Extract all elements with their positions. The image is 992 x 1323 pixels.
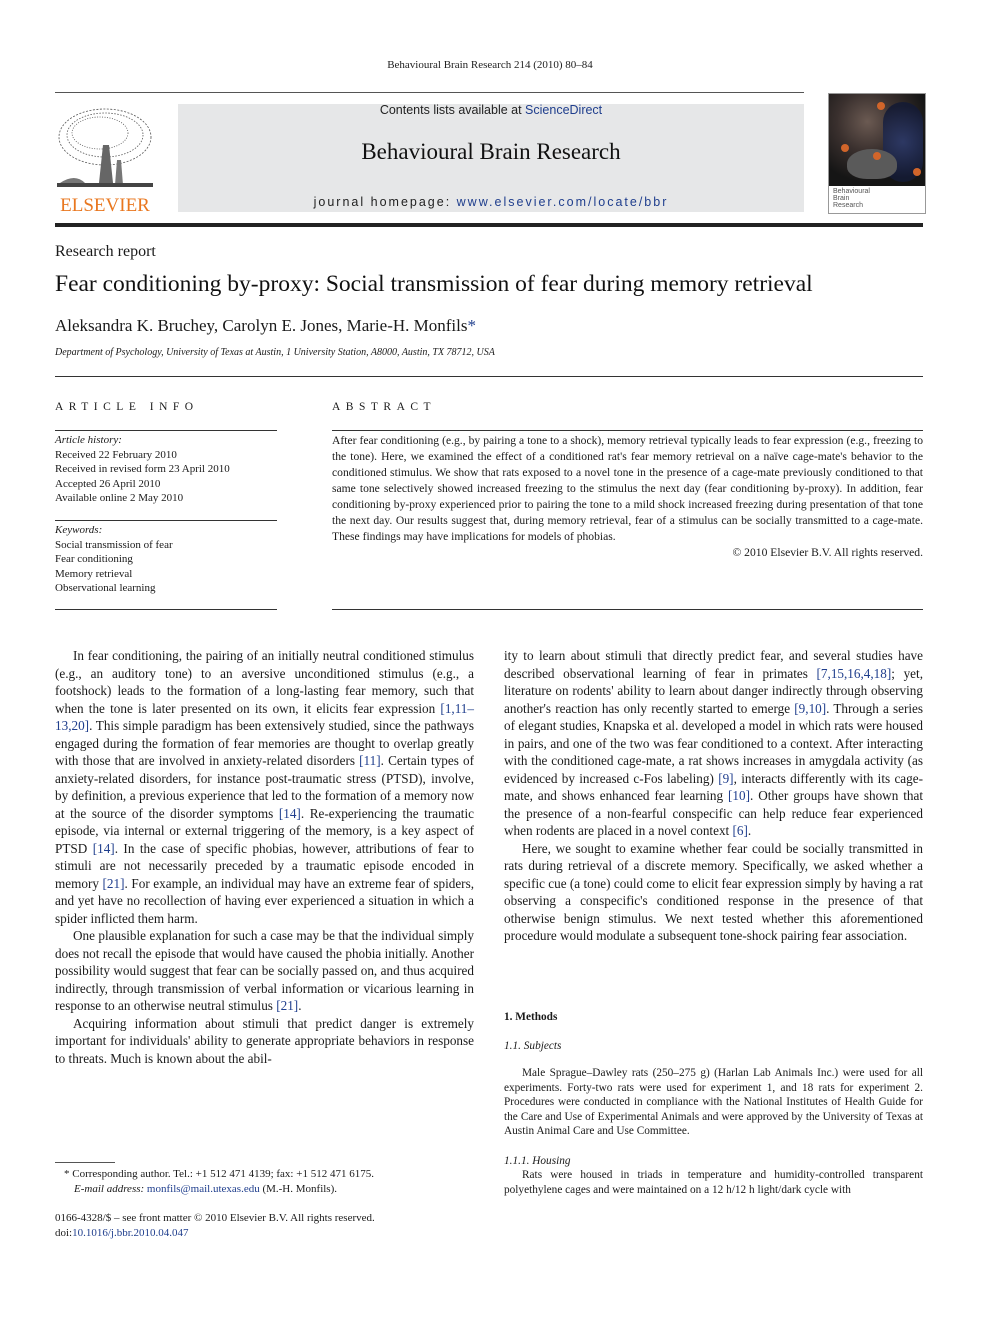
abstract-copyright: © 2010 Elsevier B.V. All rights reserved… (732, 546, 923, 559)
corresponding-author-note: * Corresponding author. Tel.: +1 512 471… (64, 1168, 374, 1180)
elsevier-logo[interactable]: ELSEVIER (55, 105, 155, 216)
affiliation: Department of Psychology, University of … (55, 347, 495, 358)
citation-link[interactable]: [14] (93, 841, 115, 856)
contents-line: Contents lists available at ScienceDirec… (178, 103, 804, 117)
intro-paragraph: One plausible explanation for such a cas… (55, 928, 474, 1013)
masthead-rule (55, 223, 923, 227)
body-left-column: In fear conditioning, the pairing of an … (55, 647, 474, 1067)
corresponding-footnote: * Corresponding author. Tel.: +1 512 471… (64, 1167, 484, 1197)
email-suffix: (M.-H. Monfils). (259, 1183, 338, 1195)
methods-heading: 1. Methods (504, 1011, 558, 1023)
article-info-heading: ARTICLE INFO (55, 401, 199, 413)
contents-prefix: Contents lists available at (379, 103, 526, 117)
citation-link[interactable]: [1,11–13,20] (55, 701, 474, 734)
article-history: Article history: Received 22 February 20… (55, 433, 277, 506)
citation-link[interactable]: [14] (279, 806, 301, 821)
subjects-heading: 1.1. Subjects (504, 1039, 562, 1052)
article-info-rule (55, 430, 277, 431)
citation-link[interactable]: [11] (359, 753, 380, 768)
history-received: Received 22 February 2010 (55, 448, 177, 461)
email-link[interactable]: monfils@mail.utexas.edu (147, 1183, 260, 1195)
abstract-body: After fear conditioning (e.g., by pairin… (332, 434, 923, 543)
elsevier-tree-icon (57, 108, 153, 187)
intro-paragraph: In fear conditioning, the pairing of an … (55, 648, 475, 926)
keyword: Social transmission of fear (55, 538, 173, 551)
history-online: Available online 2 May 2010 (55, 492, 184, 504)
homepage-prefix: journal homepage: (313, 195, 457, 209)
header-rule (55, 92, 804, 93)
abstract: After fear conditioning (e.g., by pairin… (332, 433, 923, 561)
subjects-paragraph: Male Sprague–Dawley rats (250–275 g) (Ha… (504, 1067, 923, 1137)
citation-link[interactable]: [9,10] (794, 701, 826, 716)
article-type: Research report (55, 243, 156, 260)
article-history-label: Article history: (55, 434, 122, 446)
issn-line: 0166-4328/$ – see front matter © 2010 El… (55, 1212, 375, 1224)
intro-paragraph: Here, we sought to examine whether fear … (504, 840, 923, 944)
corresponding-author-marker[interactable]: * (467, 316, 476, 335)
rat-icon (847, 149, 897, 179)
intro-paragraph: Acquiring information about stimuli that… (55, 1015, 474, 1066)
footnote-rule (55, 1162, 115, 1163)
running-head: Behavioural Brain Research 214 (2010) 80… (387, 59, 593, 71)
doi-prefix: doi: (55, 1227, 73, 1239)
cover-title: Behavioural Brain Research (833, 188, 870, 209)
journal-title: Behavioural Brain Research (361, 139, 621, 164)
title-rule (55, 376, 923, 377)
keywords: Keywords: Social transmission of fear Fe… (55, 523, 277, 596)
article-info-bottom-rule (55, 609, 277, 610)
keyword: Memory retrieval (55, 567, 133, 580)
article-title: Fear conditioning by-proxy: Social trans… (55, 271, 813, 297)
doi-link[interactable]: 10.1016/j.bbr.2010.04.047 (72, 1227, 188, 1239)
email-label: E-mail address: (74, 1183, 147, 1195)
body-right-column: ity to learn about stimuli that directly… (504, 647, 923, 945)
elsevier-wordmark: ELSEVIER (60, 195, 150, 216)
history-accepted: Accepted 26 April 2010 (55, 477, 161, 490)
keywords-rule (55, 520, 277, 521)
homepage-link[interactable]: www.elsevier.com/locate/bbr (457, 195, 669, 209)
abstract-rule (332, 430, 923, 431)
citation-link[interactable]: [6] (733, 823, 748, 838)
methods-section: 1. Methods 1.1. Subjects Male Sprague–Da… (504, 1010, 923, 1197)
journal-homepage: journal homepage: www.elsevier.com/locat… (178, 195, 804, 209)
sciencedirect-link[interactable]: ScienceDirect (525, 103, 602, 117)
journal-cover-image[interactable]: Behavioural Brain Research (828, 93, 926, 214)
abstract-heading: ABSTRACT (332, 401, 437, 413)
citation-link[interactable]: [9] (718, 771, 733, 786)
housing-heading: 1.1.1. Housing (504, 1154, 571, 1167)
authors-text: Aleksandra K. Bruchey, Carolyn E. Jones,… (55, 316, 468, 335)
housing-paragraph: Rats were housed in triads in temperatur… (504, 1169, 923, 1196)
keywords-label: Keywords: (55, 524, 103, 536)
front-matter: 0166-4328/$ – see front matter © 2010 El… (55, 1211, 485, 1241)
citation-link[interactable]: [21] (103, 876, 125, 891)
citation-link[interactable]: [10] (728, 788, 750, 803)
keyword: Fear conditioning (55, 553, 133, 565)
intro-paragraph: ity to learn about stimuli that directly… (504, 648, 924, 838)
cover-artwork (829, 94, 925, 186)
author-list: Aleksandra K. Bruchey, Carolyn E. Jones,… (55, 316, 476, 336)
citation-link[interactable]: [7,15,16,4,18] (817, 666, 892, 681)
abstract-bottom-rule (332, 609, 923, 610)
citation-link[interactable]: [21] (276, 998, 298, 1013)
keyword: Observational learning (55, 582, 156, 594)
history-revised: Received in revised form 23 April 2010 (55, 463, 230, 475)
